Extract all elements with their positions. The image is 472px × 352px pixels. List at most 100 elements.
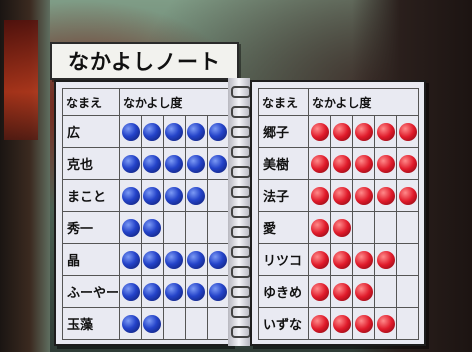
binder-ring xyxy=(231,206,251,218)
table-row[interactable]: 秀一 xyxy=(61,211,231,244)
right-page: なまえ なかよし度 郷子 美樹 法子愛リツコ ゆきめ いずな xyxy=(250,80,426,346)
friendship-cell xyxy=(206,243,231,276)
name-column-header: なまえ xyxy=(258,88,309,116)
binder-ring xyxy=(231,306,251,318)
friendship-ball-icon xyxy=(354,250,373,269)
table-row[interactable]: 玉藻 xyxy=(61,307,231,340)
friendship-ball-icon xyxy=(209,250,228,269)
friendship-ball-icon xyxy=(121,122,140,141)
friendship-ball-icon xyxy=(121,314,140,333)
binder-ring xyxy=(231,166,251,178)
character-name: 晶 xyxy=(61,243,121,276)
friendship-cell xyxy=(374,243,397,276)
friendship-ball-icon xyxy=(187,186,206,205)
friendship-cell xyxy=(141,275,164,308)
character-name: 玉藻 xyxy=(61,307,121,340)
friendship-ball-icon xyxy=(165,250,184,269)
friendship-ball-icon xyxy=(376,314,395,333)
character-name: 秀一 xyxy=(61,211,121,244)
friendship-ball-icon xyxy=(121,282,140,301)
friendship-cell xyxy=(184,147,208,180)
character-name: 広 xyxy=(61,115,121,148)
friendship-cell xyxy=(162,211,186,244)
friendship-cell xyxy=(352,307,375,340)
friendship-cell xyxy=(352,243,375,276)
character-name: ゆきめ xyxy=(258,275,309,308)
friendship-cell xyxy=(374,179,397,212)
binder-ring xyxy=(231,226,251,238)
friendship-cell xyxy=(396,147,419,180)
friendship-cell xyxy=(206,115,231,148)
friendship-ball-icon xyxy=(121,154,140,173)
friendship-ball-icon xyxy=(332,186,351,205)
friendship-ball-icon xyxy=(332,314,351,333)
friendship-ball-icon xyxy=(376,186,395,205)
friendship-cell xyxy=(162,275,186,308)
friendship-cell xyxy=(119,275,142,308)
character-name: まこと xyxy=(61,179,121,212)
table-row[interactable]: 広 xyxy=(61,115,231,148)
friendship-ball-icon xyxy=(209,154,228,173)
friendship-cell xyxy=(141,243,164,276)
friendship-cell xyxy=(308,243,331,276)
friendship-column-header: なかよし度 xyxy=(308,88,419,116)
friendship-cell xyxy=(352,147,375,180)
table-header-row: なまえ なかよし度 xyxy=(258,88,419,116)
friendship-ball-icon xyxy=(398,122,417,141)
friendship-ball-icon xyxy=(165,282,184,301)
friendship-cell xyxy=(352,115,375,148)
friendship-ball-icon xyxy=(354,154,373,173)
friendship-ball-icon xyxy=(332,218,351,237)
table-row[interactable]: 美樹 xyxy=(258,147,419,180)
friendship-ball-icon xyxy=(398,186,417,205)
friendship-cell xyxy=(184,211,208,244)
friendship-cell xyxy=(308,147,331,180)
table-row[interactable]: ふーやー xyxy=(61,275,231,308)
friendship-cell xyxy=(330,275,353,308)
friendship-ball-icon xyxy=(121,250,140,269)
friendship-ball-icon xyxy=(376,154,395,173)
friendship-cell xyxy=(184,307,208,340)
friendship-cell xyxy=(184,243,208,276)
friendship-ball-icon xyxy=(209,122,228,141)
friendship-cell xyxy=(119,147,142,180)
friendship-cell xyxy=(308,275,331,308)
binder-ring xyxy=(231,146,251,158)
table-row[interactable]: まこと xyxy=(61,179,231,212)
friendship-ball-icon xyxy=(187,154,206,173)
binder-ring xyxy=(231,286,251,298)
friendship-ball-icon xyxy=(354,282,373,301)
friendship-cell xyxy=(141,115,164,148)
table-header-row: なまえ なかよし度 xyxy=(61,88,230,116)
table-row[interactable]: ゆきめ xyxy=(258,275,419,308)
table-row[interactable]: 郷子 xyxy=(258,115,419,148)
friendship-ball-icon xyxy=(209,282,228,301)
friendship-cell xyxy=(308,211,331,244)
table-row[interactable]: いずな xyxy=(258,307,419,340)
friendship-cell xyxy=(162,147,186,180)
friendship-ball-icon xyxy=(143,314,162,333)
table-row[interactable]: リツコ xyxy=(258,243,419,276)
binder-ring xyxy=(231,86,251,98)
friendship-ball-icon xyxy=(332,282,351,301)
friendship-ball-icon xyxy=(310,282,329,301)
friendship-cell xyxy=(206,211,231,244)
boys-rows: 広克也 まこと 秀一晶ふーやー 玉藻 xyxy=(61,115,231,340)
table-row[interactable]: 法子 xyxy=(258,179,419,212)
friendship-cell xyxy=(308,307,331,340)
table-row[interactable]: 晶 xyxy=(61,243,231,276)
friendship-cell xyxy=(141,179,164,212)
character-name: いずな xyxy=(258,307,309,340)
friendship-cell xyxy=(141,211,164,244)
friendship-cell xyxy=(396,179,419,212)
friendship-cell xyxy=(374,211,397,244)
friendship-ball-icon xyxy=(165,186,184,205)
binder-ring xyxy=(231,186,251,198)
friendship-ball-icon xyxy=(398,154,417,173)
notebook-spine xyxy=(228,78,251,346)
friendship-ball-icon xyxy=(143,154,162,173)
table-row[interactable]: 愛 xyxy=(258,211,419,244)
friendship-cell xyxy=(330,307,353,340)
friendship-cell xyxy=(162,243,186,276)
table-row[interactable]: 克也 xyxy=(61,147,231,180)
